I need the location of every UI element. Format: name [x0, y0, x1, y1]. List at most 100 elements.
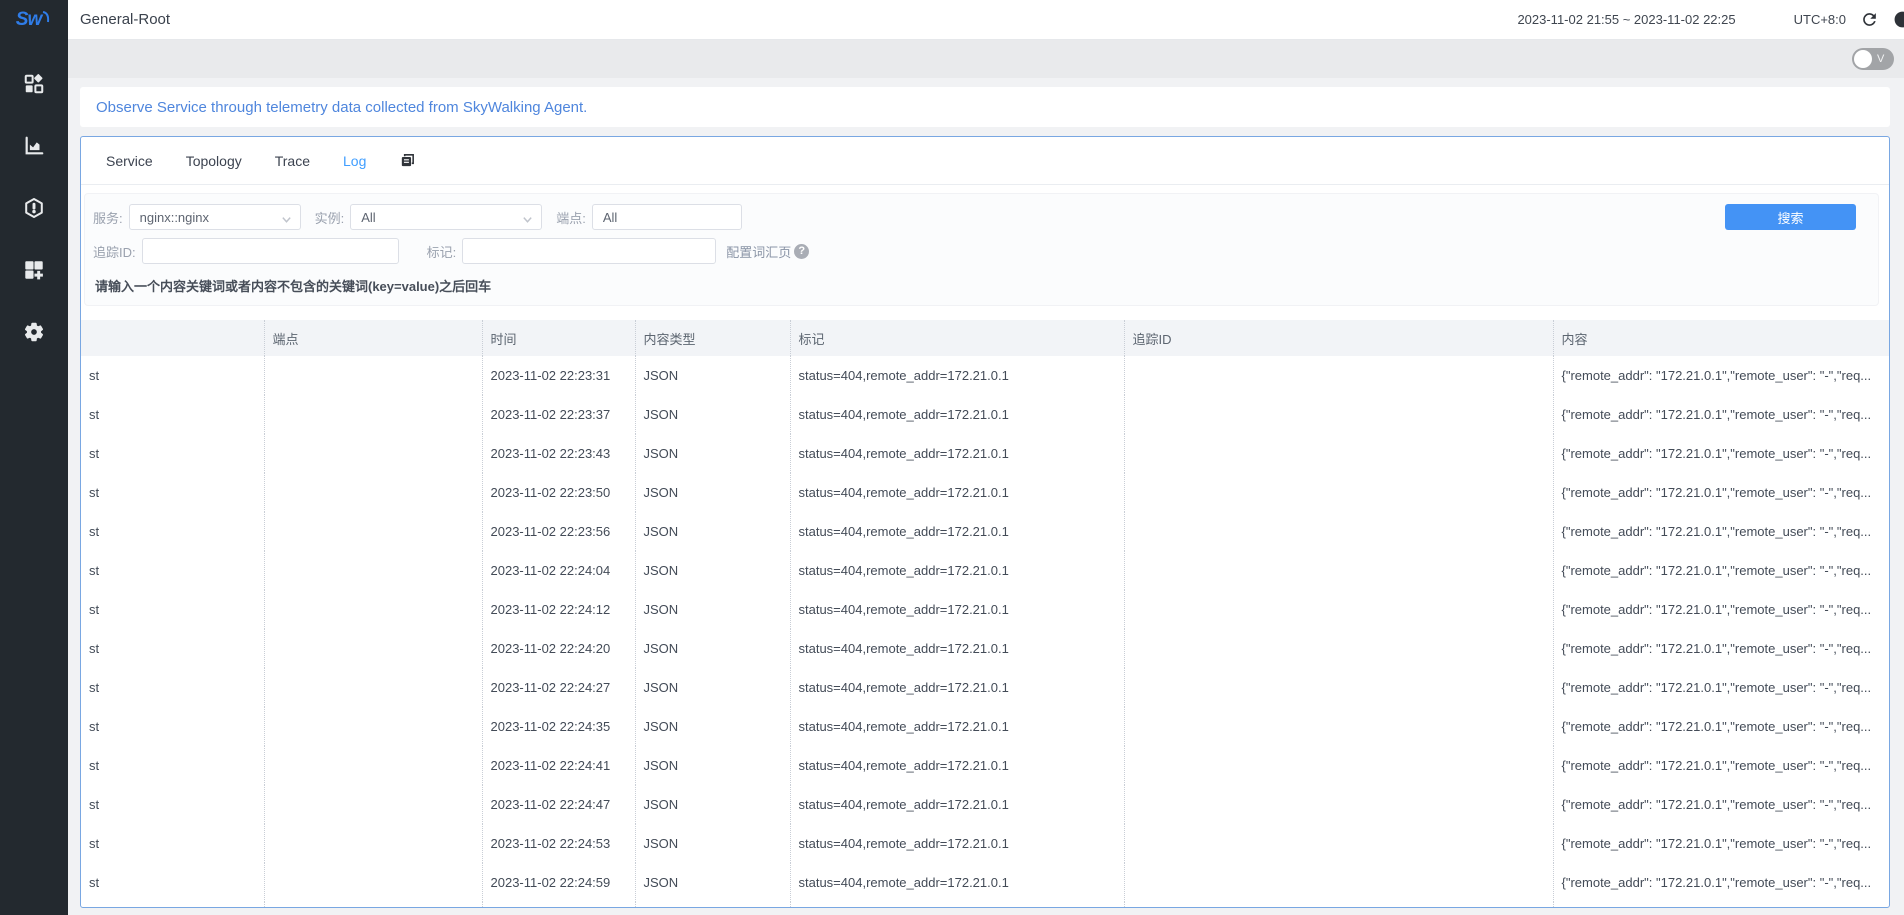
- keyword-hint-text: 请输入一个内容关键词或者内容不包含的关键词(key=value)之后回车: [95, 276, 1878, 295]
- cell-service: st: [81, 551, 264, 590]
- cell-content-type: JSON: [635, 902, 790, 908]
- cell-trace-id: [1124, 668, 1553, 707]
- service-select[interactable]: nginx::nginx: [129, 204, 301, 230]
- table-row[interactable]: st2023-11-02 22:23:50JSONstatus=404,remo…: [81, 473, 1889, 512]
- cell-content-type: JSON: [635, 590, 790, 629]
- cell-content-type: JSON: [635, 785, 790, 824]
- copy-icon[interactable]: [399, 152, 416, 169]
- table-row[interactable]: st2023-11-02 22:25:05JSONstatus=404,remo…: [81, 902, 1889, 908]
- cell-content-type: JSON: [635, 395, 790, 434]
- cell-content-type: JSON: [635, 629, 790, 668]
- version-toggle[interactable]: V: [1852, 48, 1894, 70]
- instance-select-value: All: [361, 210, 514, 225]
- cell-endpoint: [264, 512, 482, 551]
- cell-content: {"remote_addr": "172.21.0.1","remote_use…: [1553, 551, 1889, 590]
- cell-content: {"remote_addr": "172.21.0.1","remote_use…: [1553, 395, 1889, 434]
- table-row[interactable]: st2023-11-02 22:24:59JSONstatus=404,remo…: [81, 863, 1889, 902]
- cell-time: 2023-11-02 22:23:31: [482, 356, 635, 395]
- table-row[interactable]: st2023-11-02 22:23:31JSONstatus=404,remo…: [81, 356, 1889, 395]
- tags-label: 标记:: [427, 242, 457, 261]
- chevron-down-icon: [522, 212, 533, 223]
- tab-trace[interactable]: Trace: [275, 153, 310, 169]
- cell-trace-id: [1124, 551, 1553, 590]
- time-range-picker[interactable]: 2023-11-02 21:55 ~ 2023-11-02 22:25: [1517, 12, 1735, 27]
- table-row[interactable]: st2023-11-02 22:24:53JSONstatus=404,remo…: [81, 824, 1889, 863]
- refresh-icon[interactable]: [1860, 10, 1879, 29]
- cell-trace-id: [1124, 356, 1553, 395]
- new-dashboard-icon[interactable]: [23, 259, 45, 281]
- cell-endpoint: [264, 434, 482, 473]
- help-icon[interactable]: ?: [794, 244, 809, 259]
- cell-time: 2023-11-02 22:24:35: [482, 707, 635, 746]
- endpoint-input[interactable]: [592, 204, 742, 230]
- col-header-time: 时间: [482, 320, 635, 356]
- table-row[interactable]: st2023-11-02 22:24:27JSONstatus=404,remo…: [81, 668, 1889, 707]
- toggle-label: V: [1877, 53, 1884, 65]
- cell-time: 2023-11-02 22:23:50: [482, 473, 635, 512]
- cell-endpoint: [264, 395, 482, 434]
- table-row[interactable]: st2023-11-02 22:23:43JSONstatus=404,remo…: [81, 434, 1889, 473]
- cell-trace-id: [1124, 746, 1553, 785]
- logo-swoosh: [42, 7, 52, 29]
- settings-icon[interactable]: [23, 321, 45, 343]
- cell-tags: status=404,remote_addr=172.21.0.1: [790, 356, 1124, 395]
- cell-content-type: JSON: [635, 707, 790, 746]
- cell-service: st: [81, 863, 264, 902]
- cell-content-type: JSON: [635, 824, 790, 863]
- trace-id-input[interactable]: [142, 238, 399, 264]
- table-row[interactable]: st2023-11-02 22:23:56JSONstatus=404,remo…: [81, 512, 1889, 551]
- cell-time: 2023-11-02 22:24:59: [482, 863, 635, 902]
- cell-trace-id: [1124, 902, 1553, 908]
- table-row[interactable]: st2023-11-02 22:24:35JSONstatus=404,remo…: [81, 707, 1889, 746]
- cell-trace-id: [1124, 512, 1553, 551]
- cell-content-type: JSON: [635, 551, 790, 590]
- dashboards-icon[interactable]: [23, 135, 45, 157]
- cell-trace-id: [1124, 434, 1553, 473]
- cell-trace-id: [1124, 473, 1553, 512]
- cell-time: 2023-11-02 22:24:41: [482, 746, 635, 785]
- cell-content-type: JSON: [635, 863, 790, 902]
- log-table: 端点 时间 内容类型 标记 追踪ID 内容 st2023-11-02 22:23…: [81, 320, 1889, 908]
- cell-content: {"remote_addr": "172.21.0.1","remote_use…: [1553, 707, 1889, 746]
- dashboard-toolbar: V: [68, 40, 1904, 78]
- cell-endpoint: [264, 356, 482, 395]
- cell-endpoint: [264, 668, 482, 707]
- tab-service[interactable]: Service: [106, 153, 153, 169]
- skywalking-logo[interactable]: Sw: [16, 9, 52, 37]
- table-row[interactable]: st2023-11-02 22:24:47JSONstatus=404,remo…: [81, 785, 1889, 824]
- log-filter-card: 服务: nginx::nginx 实例: All 端点: 搜索 追踪ID:: [84, 193, 1879, 306]
- cell-content-type: JSON: [635, 434, 790, 473]
- col-header-content: 内容: [1553, 320, 1889, 356]
- cell-endpoint: [264, 863, 482, 902]
- table-row[interactable]: st2023-11-02 22:24:41JSONstatus=404,remo…: [81, 746, 1889, 785]
- cell-time: 2023-11-02 22:25:05: [482, 902, 635, 908]
- chevron-down-icon: [281, 212, 292, 223]
- table-row[interactable]: st2023-11-02 22:24:12JSONstatus=404,remo…: [81, 590, 1889, 629]
- cell-tags: status=404,remote_addr=172.21.0.1: [790, 629, 1124, 668]
- cell-content: {"remote_addr": "172.21.0.1","remote_use…: [1553, 473, 1889, 512]
- cell-time: 2023-11-02 22:24:53: [482, 824, 635, 863]
- instance-select[interactable]: All: [350, 204, 542, 230]
- cell-content: {"remote_addr": "172.21.0.1","remote_use…: [1553, 668, 1889, 707]
- cell-service: st: [81, 824, 264, 863]
- table-row[interactable]: st2023-11-02 22:24:04JSONstatus=404,remo…: [81, 551, 1889, 590]
- search-button[interactable]: 搜索: [1725, 204, 1856, 230]
- info-icon[interactable]: [1893, 10, 1904, 29]
- cell-content: {"remote_addr": "172.21.0.1","remote_use…: [1553, 590, 1889, 629]
- cell-endpoint: [264, 590, 482, 629]
- marketplace-icon[interactable]: [23, 73, 45, 95]
- table-row[interactable]: st2023-11-02 22:23:37JSONstatus=404,remo…: [81, 395, 1889, 434]
- cell-endpoint: [264, 824, 482, 863]
- cell-service: st: [81, 473, 264, 512]
- tags-input[interactable]: [462, 238, 716, 264]
- cell-content: {"remote_addr": "172.21.0.1","remote_use…: [1553, 356, 1889, 395]
- tab-log[interactable]: Log: [343, 153, 366, 169]
- alerting-icon[interactable]: [23, 197, 45, 219]
- cell-trace-id: [1124, 395, 1553, 434]
- cell-endpoint: [264, 746, 482, 785]
- cell-service: st: [81, 902, 264, 908]
- cell-content-type: JSON: [635, 356, 790, 395]
- tab-topology[interactable]: Topology: [186, 153, 242, 169]
- table-row[interactable]: st2023-11-02 22:24:20JSONstatus=404,remo…: [81, 629, 1889, 668]
- cell-time: 2023-11-02 22:24:20: [482, 629, 635, 668]
